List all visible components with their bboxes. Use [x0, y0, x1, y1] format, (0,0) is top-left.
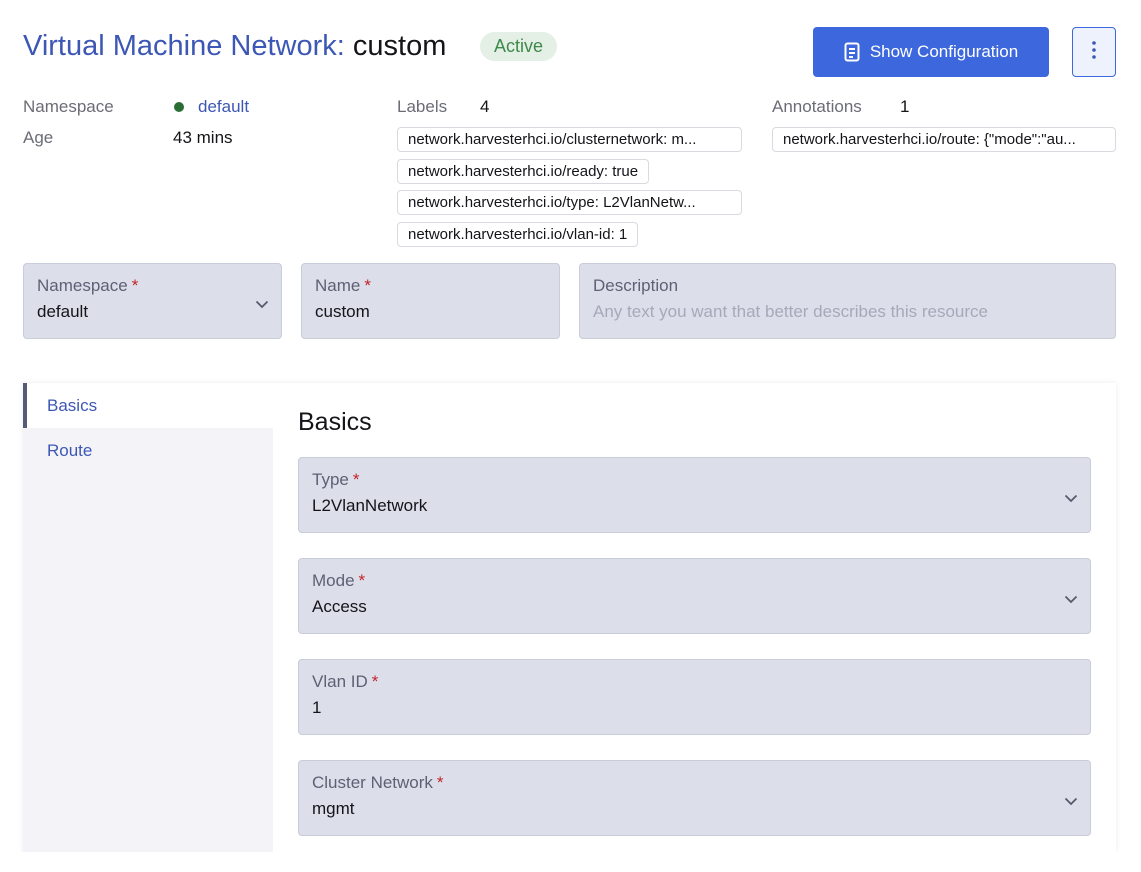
annotations-meta-label: Annotations	[772, 97, 862, 116]
show-configuration-label: Show Configuration	[869, 42, 1019, 61]
vlan-id-input[interactable]: Vlan ID * 1	[298, 659, 1091, 735]
type-field-value: L2VlanNetwork	[312, 496, 428, 515]
label-tag: network.harvesterhci.io/vlan-id: 1	[397, 222, 639, 247]
namespace-field-label: Namespace *	[37, 276, 139, 295]
tab-basics[interactable]: Basics	[23, 383, 273, 428]
type-select[interactable]: Type * L2VlanNetwork	[298, 457, 1091, 533]
namespace-field-value: default	[37, 302, 89, 321]
resource-name: custom	[352, 30, 447, 62]
cluster-network-field-label: Cluster Network *	[312, 773, 444, 792]
vertical-ellipsis-icon	[1092, 40, 1096, 64]
description-input[interactable]: Description Any text you want that bette…	[579, 263, 1116, 339]
labels-count: 4	[480, 97, 490, 116]
more-actions-button[interactable]	[1072, 27, 1116, 77]
mode-select[interactable]: Mode * Access	[298, 558, 1091, 634]
age-meta-value: 43 mins	[173, 128, 233, 147]
page-footer-gap	[0, 852, 1141, 872]
vlan-id-field-label: Vlan ID *	[312, 672, 379, 691]
vlan-id-field-value: 1	[312, 698, 322, 717]
section-title: Basics	[298, 408, 372, 436]
label-tag: network.harvesterhci.io/ready: true	[397, 159, 650, 184]
side-tabs: Basics Route	[23, 383, 273, 853]
mode-field-label: Mode *	[312, 571, 366, 590]
cluster-network-select[interactable]: Cluster Network * mgmt	[298, 760, 1091, 836]
label-tag: network.harvesterhci.io/clusternetwork: …	[397, 127, 742, 152]
cluster-network-field-value: mgmt	[312, 799, 355, 818]
mode-field-value: Access	[312, 597, 367, 616]
description-placeholder: Any text you want that better describes …	[593, 302, 988, 321]
labels-meta-label: Labels	[397, 97, 448, 116]
status-dot-icon	[174, 102, 184, 112]
type-field-label: Type *	[312, 470, 360, 489]
name-field-value: custom	[315, 302, 370, 321]
tab-route[interactable]: Route	[23, 428, 273, 473]
page-title: Virtual Machine Network: custom	[23, 29, 446, 63]
age-meta-label: Age	[23, 128, 54, 147]
chevron-down-icon	[1064, 591, 1078, 609]
namespace-meta-label: Namespace	[23, 97, 114, 116]
annotations-count: 1	[900, 97, 910, 116]
namespace-meta-link[interactable]: default	[174, 97, 249, 117]
document-icon	[844, 42, 860, 62]
name-input[interactable]: Name * custom	[301, 263, 560, 339]
show-configuration-button[interactable]: Show Configuration	[813, 27, 1049, 77]
description-field-label: Description	[593, 276, 679, 295]
resource-type-link[interactable]: Virtual Machine Network:	[23, 30, 345, 62]
status-badge: Active	[480, 32, 558, 61]
chevron-down-icon	[1064, 490, 1078, 508]
chevron-down-icon	[255, 296, 269, 314]
name-field-label: Name *	[315, 276, 371, 295]
namespace-meta-value: default	[198, 97, 250, 116]
label-tag: network.harvesterhci.io/type: L2VlanNetw…	[397, 190, 742, 215]
annotation-tag: network.harvesterhci.io/route: {"mode":"…	[772, 127, 1116, 152]
namespace-select[interactable]: Namespace * default	[23, 263, 282, 339]
chevron-down-icon	[1064, 793, 1078, 811]
